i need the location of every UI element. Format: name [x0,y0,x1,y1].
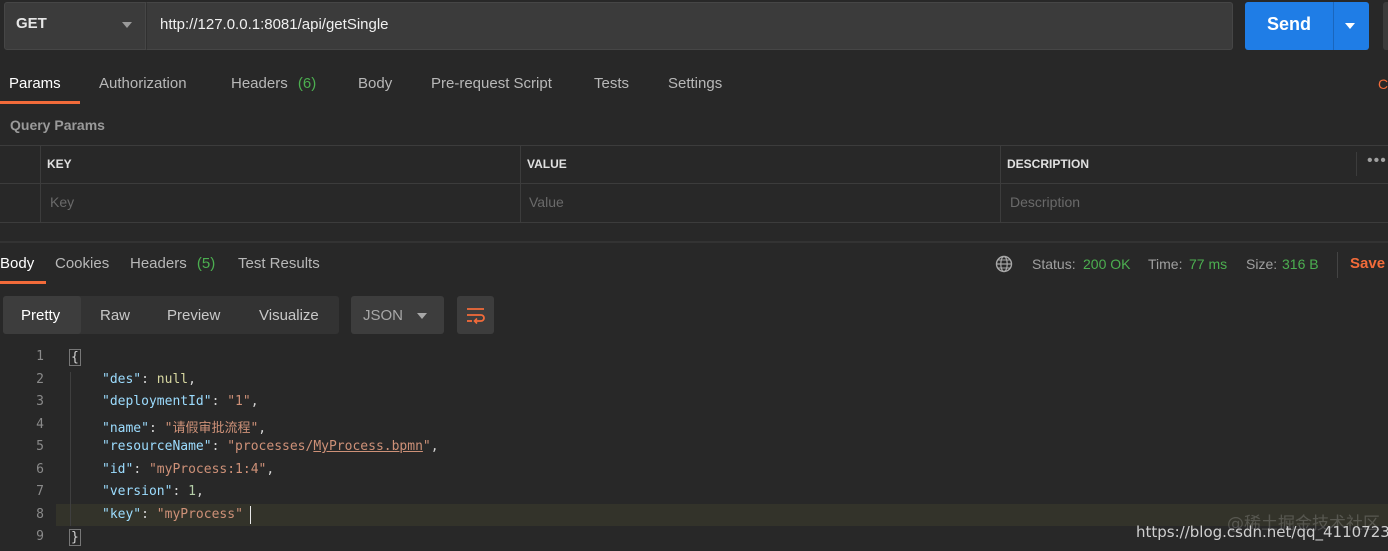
send-button-label[interactable]: Send [1245,14,1333,35]
size-label: Size: [1246,256,1278,272]
line-number: 2 [36,372,44,387]
response-tab-body[interactable]: Body [0,255,34,272]
table-header-border [0,183,1388,184]
line-number: 5 [36,439,44,454]
tab-tests[interactable]: Tests [594,75,629,92]
response-tab-body-underline [0,281,46,284]
json-value: " [422,439,431,454]
json-value: 1 [188,484,196,499]
json-value: "processes/ [227,439,314,454]
cookies-link[interactable]: C [1378,76,1388,92]
response-tab-cookies[interactable]: Cookies [55,255,109,272]
view-pretty-button[interactable]: Pretty [21,307,60,324]
tab-prerequest-script[interactable]: Pre-request Script [431,75,552,92]
json-line-id: "id": "myProcess:1:4", [102,462,275,477]
send-divider [1333,2,1334,50]
json-close-brace: } [69,529,81,546]
json-key: "key" [102,507,142,522]
globe-icon[interactable] [995,255,1013,273]
json-value: null [156,372,189,387]
response-divider [0,241,1388,243]
query-params-title: Query Params [10,117,105,133]
tab-headers-count: (6) [297,75,317,92]
json-value-link[interactable]: MyProcess.bpmn [313,439,423,454]
side-button-stub[interactable] [1383,2,1388,50]
column-header-value: VALUE [527,157,567,171]
status-value[interactable]: 200 OK [1083,256,1130,272]
save-response-button[interactable]: Save [1350,255,1385,272]
param-key-input[interactable]: Key [50,194,74,210]
method-label: GET [16,15,47,32]
response-tab-headers-count: (5) [196,255,216,272]
json-key: "resourceName" [102,439,212,454]
param-value-input[interactable]: Value [529,194,564,210]
tab-headers-label: Headers [231,75,288,92]
json-value: "请假审批流程" [164,421,259,436]
indent-guide [70,372,71,526]
table-top-border [0,145,1388,146]
view-visualize-button[interactable]: Visualize [259,307,319,324]
view-preview-button[interactable]: Preview [167,307,220,324]
chevron-down-icon[interactable] [122,22,132,28]
json-key: "name" [102,421,149,436]
table-col-divider [40,145,41,222]
table-col-divider [520,145,521,222]
response-tab-test-results[interactable]: Test Results [238,255,320,272]
line-number: 1 [36,349,44,364]
json-line-version: "version": 1, [102,484,204,499]
tab-params[interactable]: Params [9,75,61,92]
table-col-divider [1000,145,1001,222]
wrap-lines-icon[interactable] [465,304,487,326]
json-line-name: "name": "请假审批流程", [102,421,267,436]
line-number: 6 [36,462,44,477]
json-line-des: "des": null, [102,372,196,387]
param-description-input[interactable]: Description [1010,194,1080,210]
json-value: "1" [227,394,251,409]
line-number: 8 [36,507,44,522]
column-header-key: KEY [47,157,72,171]
time-label: Time: [1148,256,1183,272]
more-icon[interactable]: ••• [1367,152,1387,170]
line-number: 4 [36,417,44,432]
table-col-divider [1356,152,1357,176]
tab-authorization[interactable]: Authorization [99,75,187,92]
watermark-url: https://blog.csdn.net/qq_41107231 [1136,523,1388,541]
tab-params-underline [0,101,80,104]
response-tab-headers[interactable]: Headers (5) [130,255,215,272]
column-header-description: DESCRIPTION [1007,157,1090,171]
format-label: JSON [363,307,404,324]
json-open-brace: { [69,349,81,366]
tab-headers[interactable]: Headers (6) [231,75,316,92]
meta-divider [1337,252,1338,278]
json-value: "myProcess:1:4" [148,462,267,477]
tab-body[interactable]: Body [358,75,392,92]
size-value[interactable]: 316 B [1282,256,1319,272]
json-key: "deploymentId" [102,394,212,409]
json-line-resourceName: "resourceName": "processes/MyProcess.bpm… [102,439,439,454]
json-key: "version" [102,484,173,499]
json-key: "des" [102,372,142,387]
line-number: 7 [36,484,44,499]
url-text[interactable]: http://127.0.0.1:8081/api/getSingle [160,16,389,33]
line-number: 3 [36,394,44,409]
chevron-down-icon [417,313,427,319]
tab-settings[interactable]: Settings [668,75,722,92]
json-line-deploymentId: "deploymentId": "1", [102,394,259,409]
line-number: 9 [36,529,44,544]
response-tab-headers-label: Headers [130,255,187,272]
send-options-chevron-icon[interactable] [1345,23,1355,29]
time-value[interactable]: 77 ms [1189,256,1227,272]
status-label: Status: [1032,256,1076,272]
json-key: "id" [102,462,134,477]
json-line-key: "key": "myProcess" [102,507,243,522]
text-cursor [250,506,251,524]
view-raw-button[interactable]: Raw [100,307,130,324]
table-bottom-border [0,222,1388,223]
json-value: "myProcess" [156,507,243,522]
